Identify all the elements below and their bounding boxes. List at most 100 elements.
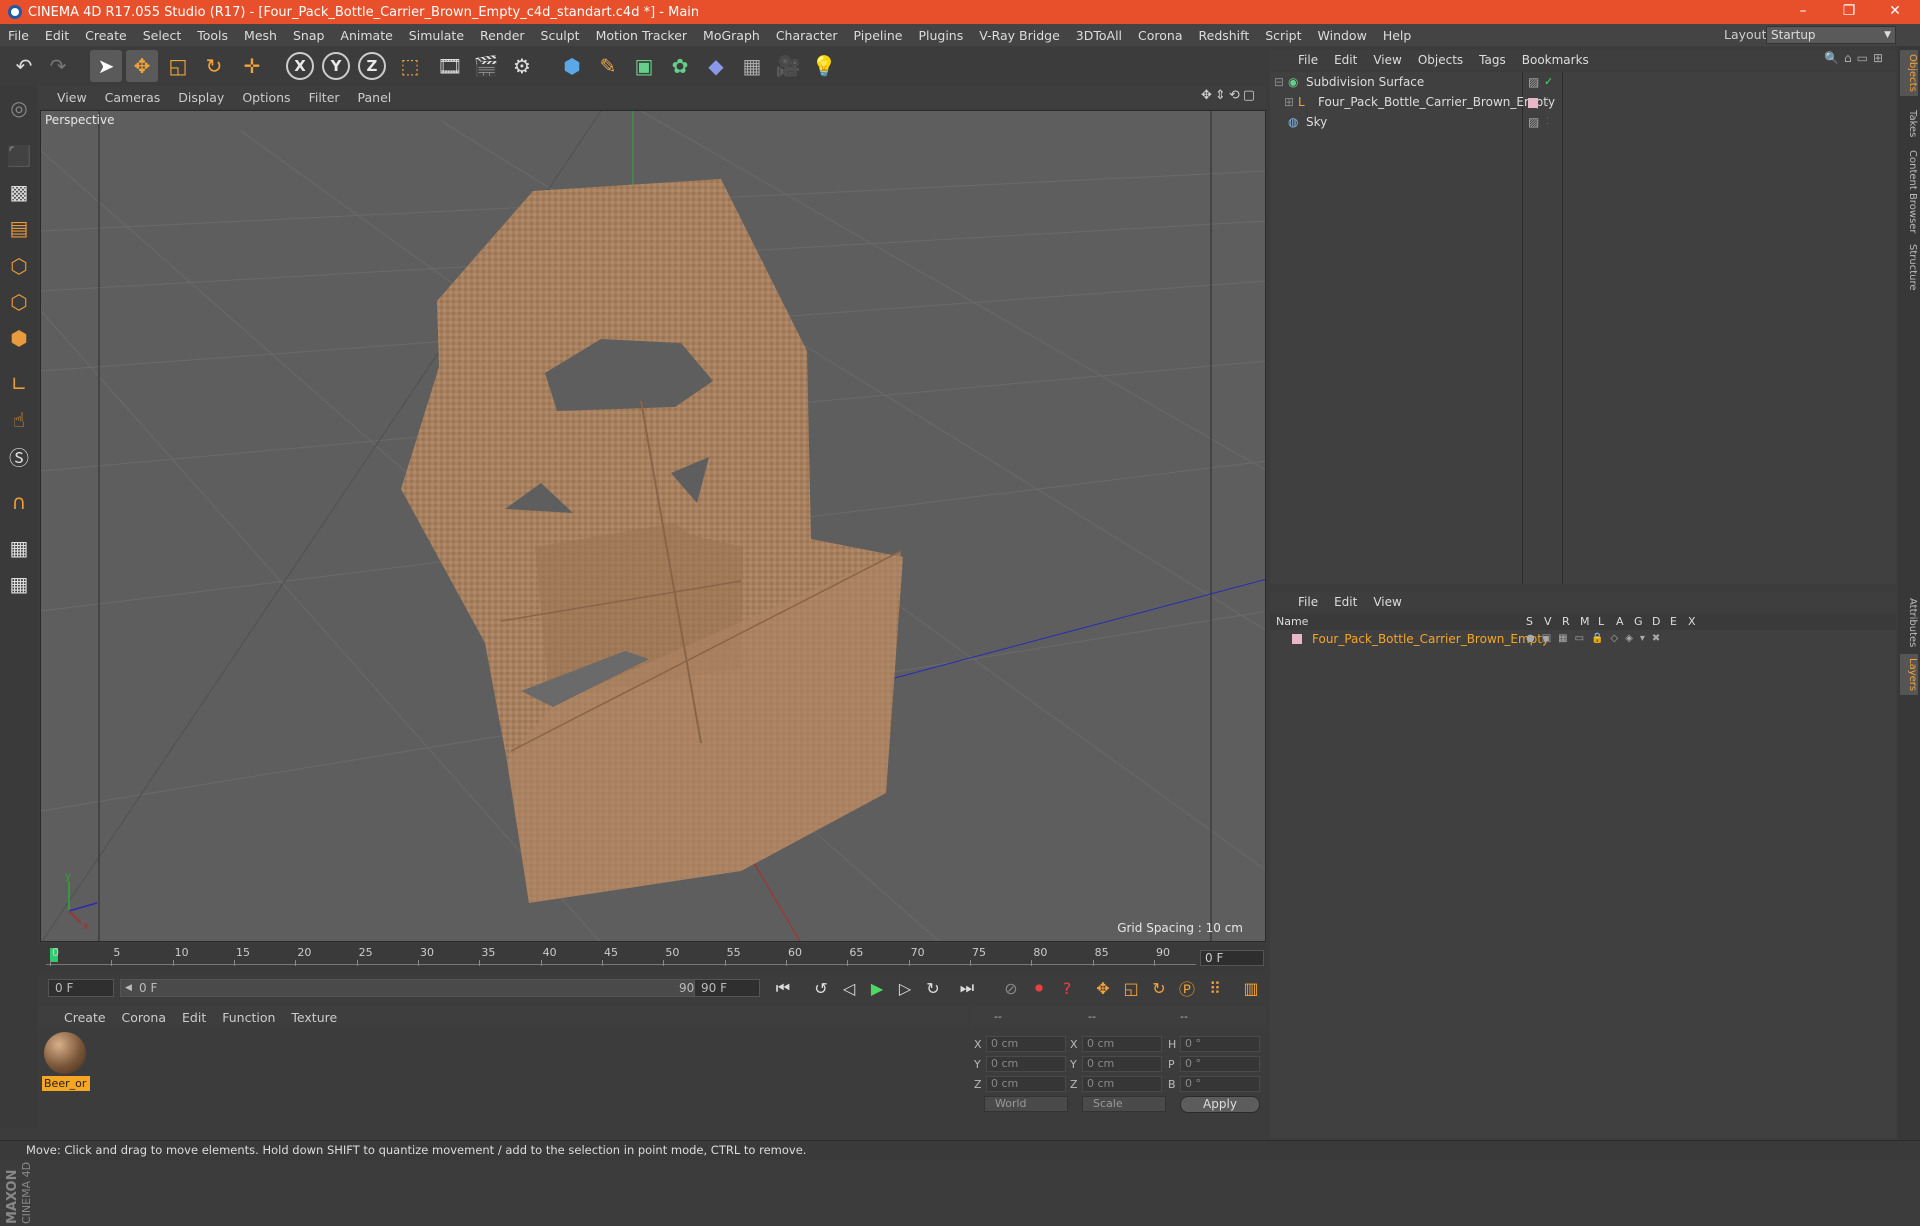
light-bulb-icon[interactable]: 💡	[808, 50, 840, 82]
axis-z-toggle[interactable]: Z	[358, 52, 386, 80]
subdivision-surface-icon[interactable]: ▣	[628, 50, 660, 82]
frame-range-slider[interactable]: ◀ 0 F 90 F ▶	[120, 979, 724, 997]
step-forward-icon[interactable]: ▷	[892, 975, 918, 1001]
coordinate-mode-select[interactable]: Scale	[1082, 1096, 1166, 1112]
material-name-label[interactable]: Beer_or	[42, 1076, 90, 1091]
enabled-check-icon[interactable]: ✓	[1544, 72, 1553, 92]
grid-snap-icon[interactable]: ▦	[3, 568, 35, 600]
layer-name[interactable]: Four_Pack_Bottle_Carrier_Brown_Empty	[1312, 630, 1549, 648]
maximize-button[interactable]: ❐	[1826, 0, 1872, 24]
tree-collapse-icon[interactable]: ⊟	[1274, 72, 1284, 92]
key-parameter-icon[interactable]: Ⓟ	[1174, 975, 1200, 1001]
object-row[interactable]: ⊟ ◉ Subdivision Surface ▨ ✓	[1270, 72, 1896, 92]
axis-mode-icon[interactable]: ∟	[3, 368, 35, 400]
key-point-level-icon[interactable]: ⠿	[1202, 975, 1228, 1001]
object-menu-bookmarks[interactable]: Bookmarks	[1514, 53, 1597, 67]
tweak-mode-icon[interactable]: ☝	[3, 404, 35, 436]
transform-tool-icon[interactable]: ✛	[236, 50, 268, 82]
menu-plugins[interactable]: Plugins	[910, 28, 971, 43]
goto-end-icon[interactable]: ⏭	[954, 975, 980, 1001]
material-swatch[interactable]	[44, 1032, 86, 1074]
make-editable-icon[interactable]: ◎	[3, 92, 35, 124]
size-x-field[interactable]: 0 cm	[1082, 1036, 1162, 1052]
visibility-dots-icon[interactable]: ⁚	[1546, 92, 1549, 112]
motion-record-icon[interactable]: ⊘	[998, 975, 1024, 1001]
tab-structure[interactable]: Structure	[1900, 240, 1918, 295]
menu-pipeline[interactable]: Pipeline	[846, 28, 911, 43]
menu-mograph[interactable]: MoGraph	[695, 28, 768, 43]
viewport-menu-display[interactable]: Display	[169, 90, 233, 105]
tab-objects[interactable]: Objects	[1900, 50, 1918, 96]
layout-select[interactable]: Startup ▼	[1766, 26, 1896, 44]
menu-edit[interactable]: Edit	[37, 28, 77, 43]
object-row[interactable]: ◍ Sky ▨ ⁚	[1270, 112, 1896, 132]
menu-select[interactable]: Select	[135, 28, 190, 43]
layer-color-swatch[interactable]	[1292, 634, 1302, 644]
layer-toggle-icon[interactable]: ▨	[1528, 72, 1539, 92]
object-manager-tools-icons[interactable]: 🔍⌂▭⊞	[1824, 51, 1888, 65]
texture-mode-icon[interactable]: ▩	[3, 176, 35, 208]
record-keys-icon[interactable]: ⏺	[1026, 975, 1052, 1001]
tab-content-browser[interactable]: Content Browser	[1900, 146, 1918, 237]
scale-tool-icon[interactable]: ◱	[162, 50, 194, 82]
coordinate-space-select[interactable]: World	[984, 1096, 1068, 1112]
menu-window[interactable]: Window	[1310, 28, 1375, 43]
size-y-field[interactable]: 0 cm	[1082, 1056, 1162, 1072]
goto-start-icon[interactable]: ⏮	[770, 975, 796, 1001]
menu-script[interactable]: Script	[1257, 28, 1309, 43]
tab-takes[interactable]: Takes	[1900, 106, 1918, 141]
menu-3dtoall[interactable]: 3DToAll	[1068, 28, 1130, 43]
cube-primitive-icon[interactable]: ⬢	[556, 50, 588, 82]
snap-icon[interactable]: Ⓢ	[3, 440, 35, 472]
layer-menu-view[interactable]: View	[1365, 595, 1409, 609]
menu-animate[interactable]: Animate	[332, 28, 400, 43]
undo-icon[interactable]: ↶	[8, 50, 40, 82]
camera-icon[interactable]: 🎥	[772, 50, 804, 82]
object-menu-objects[interactable]: Objects	[1410, 53, 1471, 67]
bottle-carrier-model[interactable]	[401, 179, 903, 903]
object-row[interactable]: ⊞ L Four_Pack_Bottle_Carrier_Brown_Empty…	[1270, 92, 1896, 112]
select-arrow-icon[interactable]: ➤	[90, 50, 122, 82]
magnet-icon[interactable]: ∩	[3, 486, 35, 518]
position-x-field[interactable]: 0 cm	[986, 1036, 1066, 1052]
menu-vray-bridge[interactable]: V-Ray Bridge	[971, 28, 1068, 43]
menu-motion-tracker[interactable]: Motion Tracker	[588, 28, 695, 43]
material-menu-function[interactable]: Function	[214, 1010, 283, 1025]
menu-snap[interactable]: Snap	[285, 28, 332, 43]
goto-next-key-icon[interactable]: ↻	[920, 975, 946, 1001]
pen-spline-icon[interactable]: ✎	[592, 50, 624, 82]
start-frame-field[interactable]: 0 F	[48, 979, 114, 997]
material-menu-texture[interactable]: Texture	[283, 1010, 345, 1025]
mograph-cloner-icon[interactable]: ✿	[664, 50, 696, 82]
position-y-field[interactable]: 0 cm	[986, 1056, 1066, 1072]
apply-button[interactable]: Apply	[1180, 1096, 1260, 1113]
close-button[interactable]: ✕	[1872, 0, 1918, 24]
layer-flag-icons[interactable]: ●▣▦▭🔒◇◈▾✖	[1526, 630, 1667, 648]
rotation-b-field[interactable]: 0 °	[1180, 1076, 1260, 1092]
viewport-nav-icons[interactable]: ✥⇕⟲▢	[1201, 88, 1258, 103]
end-frame-field[interactable]: 90 F	[694, 979, 760, 997]
workplane-lock-icon[interactable]: ▦	[3, 532, 35, 564]
menu-sculpt[interactable]: Sculpt	[533, 28, 588, 43]
polygons-mode-icon[interactable]: ⬢	[3, 322, 35, 354]
layer-menu-edit[interactable]: Edit	[1326, 595, 1365, 609]
menu-redshift[interactable]: Redshift	[1191, 28, 1258, 43]
floor-scene-icon[interactable]: ▦	[736, 50, 768, 82]
rotate-tool-icon[interactable]: ↻	[198, 50, 230, 82]
viewport-menu-panel[interactable]: Panel	[349, 90, 401, 105]
visibility-dots-icon[interactable]: ⁚	[1546, 112, 1549, 132]
workplane-icon[interactable]: ▤	[3, 212, 35, 244]
key-position-icon[interactable]: ✥	[1090, 975, 1116, 1001]
viewport-menu-filter[interactable]: Filter	[300, 90, 349, 105]
deformer-icon[interactable]: ◆	[700, 50, 732, 82]
step-back-icon[interactable]: ◁	[836, 975, 862, 1001]
viewport-menu-view[interactable]: View	[48, 90, 96, 105]
rotation-h-field[interactable]: 0 °	[1180, 1036, 1260, 1052]
material-menu-corona[interactable]: Corona	[114, 1010, 174, 1025]
menu-corona[interactable]: Corona	[1130, 28, 1190, 43]
move-tool-icon[interactable]: ✥	[126, 50, 158, 82]
object-menu-view[interactable]: View	[1365, 53, 1409, 67]
layer-menu-file[interactable]: File	[1290, 595, 1326, 609]
rotation-p-field[interactable]: 0 °	[1180, 1056, 1260, 1072]
key-scale-icon[interactable]: ◱	[1118, 975, 1144, 1001]
